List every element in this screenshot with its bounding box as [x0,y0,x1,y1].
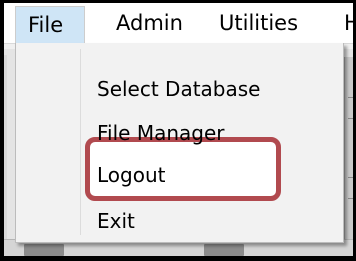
right-toolbar-strip [344,57,353,256]
menu-file[interactable]: File [15,6,85,44]
status-segment [204,244,244,256]
left-panel-edge [4,55,7,245]
status-segment [24,244,64,256]
menu-help-partial[interactable]: H [344,3,353,43]
toolbar-divider [348,97,353,119]
menu-item-logout[interactable]: Logout [97,155,165,195]
file-dropdown-menu: Select Database File Manager Logout Exit [15,43,344,243]
toolbar-divider [348,177,353,199]
menu-bar: File Admin Utilities H [4,3,353,44]
menu-item-exit[interactable]: Exit [97,201,135,241]
menu-utilities[interactable]: Utilities [219,3,298,43]
menu-admin[interactable]: Admin [116,3,183,43]
menu-item-file-manager[interactable]: File Manager [97,113,225,153]
screenshot-frame: File Admin Utilities H Select Database F… [0,0,356,261]
menu-icon-gutter-divider [80,49,81,235]
menu-item-select-database[interactable]: Select Database [97,69,261,109]
